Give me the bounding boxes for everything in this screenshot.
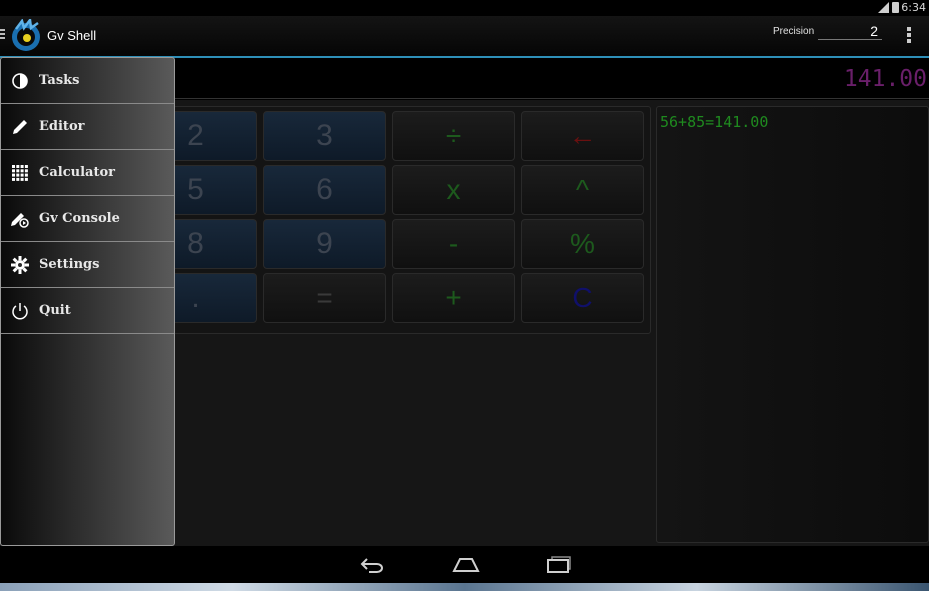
status-time: 6:34 xyxy=(901,1,926,14)
key-power[interactable]: ^ xyxy=(521,165,644,215)
drawer-item-settings[interactable]: Settings xyxy=(1,242,174,288)
drawer-item-label: Settings xyxy=(39,257,100,272)
precision-label: Precision xyxy=(773,26,815,37)
power-icon xyxy=(10,301,30,321)
drawer-item-calculator[interactable]: Calculator xyxy=(1,150,174,196)
home-icon[interactable] xyxy=(452,555,480,573)
drawer-item-gv-console[interactable]: Gv Console xyxy=(1,196,174,242)
drawer-item-editor[interactable]: Editor xyxy=(1,104,174,150)
result-value: 141.00 xyxy=(843,66,927,92)
recent-apps-icon[interactable] xyxy=(546,555,574,573)
drawer-item-label: Editor xyxy=(39,119,85,134)
key-subtract[interactable]: - xyxy=(392,219,515,269)
console-output[interactable]: 56+85=141.00 xyxy=(656,106,929,543)
key-divide[interactable]: ÷ xyxy=(392,111,515,161)
drawer-item-label: Quit xyxy=(39,303,71,318)
status-bar: 6:34 xyxy=(0,0,929,16)
drawer-item-quit[interactable]: Quit xyxy=(1,288,174,334)
drawer-item-tasks[interactable]: Tasks xyxy=(1,58,174,104)
drawer-item-label: Tasks xyxy=(39,73,80,88)
drawer-indicator-icon[interactable] xyxy=(0,29,5,41)
keypad: 2 3 ÷ ← 5 6 x ^ 8 9-%. = + C xyxy=(130,106,651,334)
key-add[interactable]: + xyxy=(392,273,515,323)
key-9[interactable]: 9 xyxy=(263,219,386,269)
app-logo[interactable] xyxy=(10,19,42,53)
key-3[interactable]: 3 xyxy=(263,111,386,161)
pencil-icon xyxy=(10,117,30,137)
console-pen-icon xyxy=(10,209,30,229)
action-bar: Gv Shell Precision xyxy=(0,16,929,58)
signal-icon xyxy=(878,2,889,13)
console-line: 56+85=141.00 xyxy=(660,113,769,131)
pie-chart-icon xyxy=(10,71,30,91)
precision-input[interactable] xyxy=(818,22,882,40)
system-nav-bar xyxy=(0,546,929,583)
wallpaper-strip xyxy=(0,583,929,591)
app-title: Gv Shell xyxy=(47,28,97,43)
grid-icon xyxy=(10,163,30,183)
key-clear[interactable]: C xyxy=(521,273,644,323)
battery-icon xyxy=(892,2,899,13)
key-multiply[interactable]: x xyxy=(392,165,515,215)
key-backspace[interactable]: ← xyxy=(521,111,644,161)
drawer-item-label: Calculator xyxy=(39,165,115,180)
key-6[interactable]: 6 xyxy=(263,165,386,215)
drawer-item-label: Gv Console xyxy=(39,211,120,226)
key-percent[interactable]: % xyxy=(521,219,644,269)
navigation-drawer: Tasks Editor Calculator Gv Console Setti… xyxy=(0,57,175,546)
overflow-menu-icon[interactable] xyxy=(902,27,916,47)
key-equals[interactable]: = xyxy=(263,273,386,323)
back-icon[interactable] xyxy=(359,555,387,573)
gear-icon xyxy=(10,255,30,275)
